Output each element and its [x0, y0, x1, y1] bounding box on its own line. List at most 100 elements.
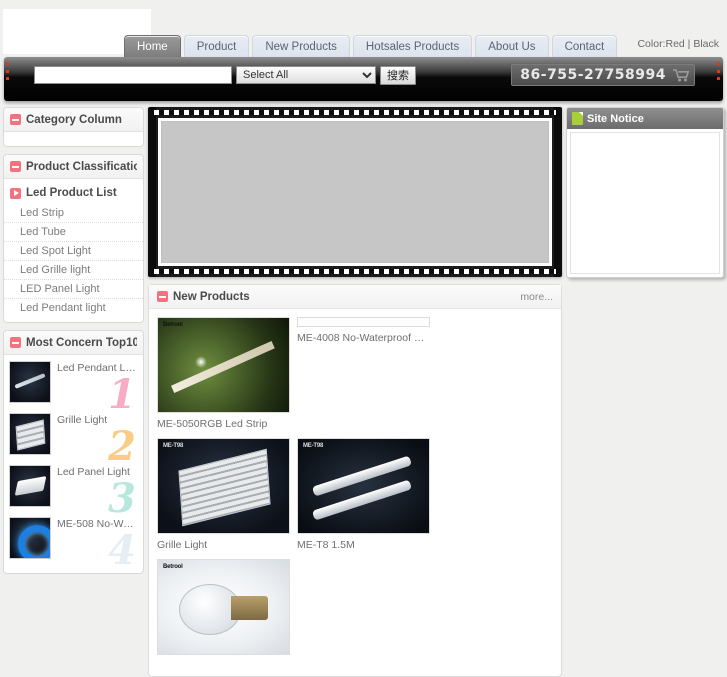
product-card[interactable]: Betrool ME-5050RGB Led Strip	[157, 317, 290, 430]
sidebar-item-led-panel-light[interactable]: LED Panel Light	[4, 280, 143, 299]
panel-header-product-classification[interactable]: Product Classification	[4, 155, 143, 179]
minus-box-icon[interactable]	[10, 337, 21, 348]
minus-box-icon[interactable]	[10, 161, 21, 172]
product-thumbnail-art: Betrool	[158, 560, 289, 654]
top10-item-label[interactable]: Led Panel Light	[57, 465, 130, 478]
top10-list: Led Pendant Lig... 1 Grille Light 2 Led Pane…	[4, 355, 143, 573]
minus-box-icon[interactable]	[10, 114, 21, 125]
product-label[interactable]: ME-T8 1.5M	[297, 539, 430, 551]
top10-item[interactable]: Grille Light 2	[9, 413, 138, 467]
sidebar-group-label: Led Product List	[26, 187, 117, 199]
shopping-cart-icon[interactable]	[672, 68, 690, 82]
nav-tab-new-products[interactable]: New Products	[252, 35, 350, 57]
top10-item-label[interactable]: Led Pendant Lig...	[57, 361, 138, 374]
left-accent-dots	[6, 62, 10, 80]
site-notice-body	[570, 132, 720, 274]
sidebar-item-led-strip[interactable]: Led Strip	[4, 204, 143, 223]
new-products-grid: Betrool ME-5050RGB Led Strip ME-4008 No-Wa…	[149, 309, 561, 676]
product-thumbnail[interactable]: ME-T98	[297, 438, 430, 534]
nav-tab-contact[interactable]: Contact	[551, 35, 618, 57]
product-thumbnail[interactable]: Betrool	[157, 559, 290, 655]
top10-thumbnail[interactable]	[9, 361, 51, 403]
top10-rank-number: 3	[108, 475, 136, 522]
nav-tab-product[interactable]: Product	[183, 35, 250, 57]
sidebar-group-led-product-list[interactable]: Led Product List	[4, 184, 143, 204]
panel-header-top10[interactable]: Most Concern Top10	[4, 331, 143, 355]
panel-title: Product Classification	[26, 160, 137, 173]
panel-title: Category Column	[26, 113, 122, 126]
product-thumbnail-art	[10, 466, 50, 506]
film-perforations-bottom	[154, 269, 556, 274]
product-label[interactable]: ME-4008 No-Waterproof Led...	[297, 332, 430, 344]
page-body: Category Column Product Classification L…	[3, 107, 724, 677]
product-card[interactable]: ME-T98 Grille Light	[157, 438, 290, 551]
top10-item[interactable]: ME-508 No-Wate... 4	[9, 517, 138, 571]
phone-number: 86-755-27758994	[520, 67, 666, 83]
panel-body-category-column	[4, 132, 143, 146]
product-label[interactable]: ME-5050RGB Led Strip	[157, 418, 290, 430]
sidebar-item-led-spot-light[interactable]: Led Spot Light	[4, 242, 143, 261]
top10-item[interactable]: Led Panel Light 3	[9, 465, 138, 519]
top10-thumbnail[interactable]	[9, 517, 51, 559]
film-perforations-top	[154, 110, 556, 115]
product-brand-watermark: ME-T98	[303, 443, 324, 449]
top10-item-label[interactable]: Grille Light	[57, 413, 107, 426]
sidebar-item-led-tube[interactable]: Led Tube	[4, 223, 143, 242]
product-label[interactable]: Grille Light	[157, 539, 290, 551]
color-theme-switcher: Color:Red | Black	[637, 38, 719, 50]
main-navigation: Home Product New Products Hotsales Products…	[124, 32, 618, 57]
product-thumbnail-art	[10, 362, 50, 402]
color-option-red[interactable]: Red	[665, 38, 684, 50]
nav-tab-about-us[interactable]: About Us	[475, 35, 549, 57]
product-thumbnail-art: ME-T98	[298, 439, 429, 533]
panel-site-notice: Site Notice	[566, 107, 724, 278]
new-products-section: New Products more... Betrool ME-5050RGB L…	[148, 284, 562, 677]
right-sidebar: Site Notice	[566, 107, 724, 278]
product-card[interactable]: ME-4008 No-Waterproof Led...	[297, 317, 430, 430]
panel-title: Site Notice	[587, 112, 644, 125]
top10-rank-number: 1	[108, 371, 136, 418]
sidebar-item-led-pendant-light[interactable]: Led Pendant light	[4, 299, 143, 317]
product-card[interactable]: Betrool	[157, 559, 290, 660]
nav-tab-home[interactable]: Home	[124, 35, 181, 57]
search-toolbar: Select All 搜索 86-755-27758994	[4, 57, 723, 101]
product-brand-watermark: Betrool	[163, 322, 183, 328]
top10-thumbnail[interactable]	[9, 465, 51, 507]
nav-tab-hotsales-products[interactable]: Hotsales Products	[352, 35, 473, 57]
top10-rank-number: 2	[108, 423, 136, 470]
top10-thumbnail[interactable]	[9, 413, 51, 455]
section-title: New Products	[173, 290, 250, 303]
product-thumbnail-art	[10, 518, 50, 558]
contact-phone-block: 86-755-27758994	[511, 64, 695, 86]
product-thumbnail[interactable]: ME-T98	[157, 438, 290, 534]
panel-title: Most Concern Top10	[26, 336, 137, 349]
top10-item[interactable]: Led Pendant Lig... 1	[9, 361, 138, 415]
product-thumbnail-art: Betrool	[158, 318, 289, 412]
panel-category-column: Category Column	[3, 107, 144, 147]
panel-header-category-column[interactable]: Category Column	[4, 108, 143, 132]
top10-item-label[interactable]: ME-508 No-Wate...	[57, 517, 138, 530]
right-accent-dots	[717, 62, 721, 80]
search-form: Select All 搜索	[34, 65, 416, 85]
more-link[interactable]: more...	[520, 291, 553, 303]
search-category-select[interactable]: Select All	[236, 66, 376, 84]
product-card[interactable]: ME-T98 ME-T8 1.5M	[297, 438, 430, 551]
product-thumbnail-art	[10, 414, 50, 454]
promo-banner-filmstrip[interactable]	[148, 107, 562, 277]
sidebar-item-led-grille-light[interactable]: Led Grille light	[4, 261, 143, 280]
site-header: Home Product New Products Hotsales Products…	[0, 0, 727, 57]
color-switch-prefix: Color:	[637, 38, 666, 50]
search-input[interactable]	[34, 66, 232, 84]
minus-box-icon[interactable]	[157, 291, 168, 302]
panel-most-concern-top10: Most Concern Top10 Led Pendant Lig... 1 Gr…	[3, 330, 144, 574]
sidebar-category-list: Led Strip Led Tube Led Spot Light Led Grill…	[4, 204, 143, 317]
banner-image-placeholder	[161, 121, 549, 263]
panel-body-product-classification: Led Product List Led Strip Led Tube Led Sp…	[4, 179, 143, 322]
main-content: New Products more... Betrool ME-5050RGB L…	[148, 107, 562, 677]
product-image-missing[interactable]	[297, 317, 430, 327]
product-thumbnail[interactable]: Betrool	[157, 317, 290, 413]
banner-stage	[158, 118, 552, 266]
color-option-black[interactable]: Black	[693, 38, 719, 50]
product-thumbnail-art: ME-T98	[158, 439, 289, 533]
search-submit-button[interactable]: 搜索	[380, 65, 416, 85]
